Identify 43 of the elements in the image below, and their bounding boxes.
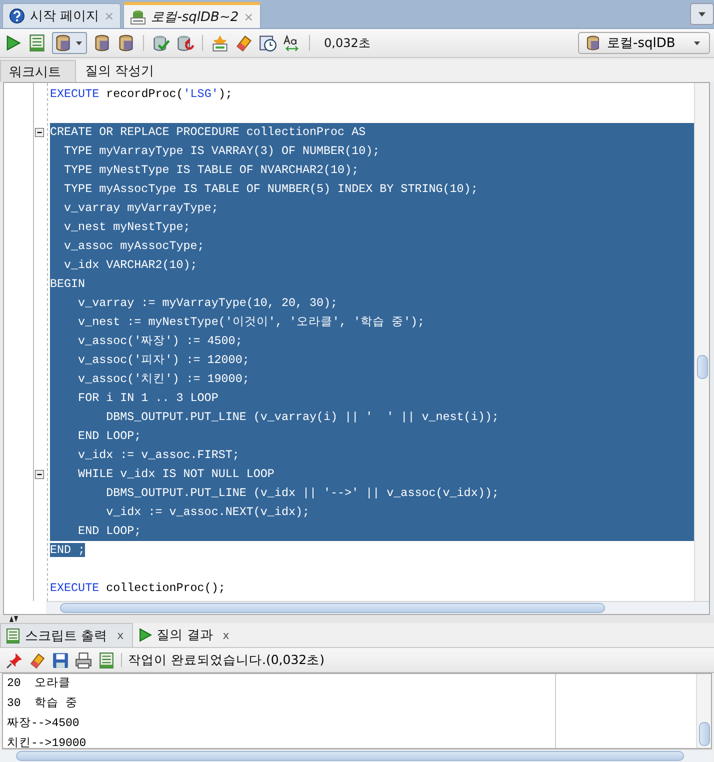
- script-icon[interactable]: [28, 34, 46, 52]
- output-line: 30 학습 중: [7, 696, 79, 712]
- eraser-icon[interactable]: [235, 34, 253, 52]
- horizontal-scrollbar[interactable]: [46, 601, 709, 614]
- eraser-icon[interactable]: [29, 652, 46, 668]
- font-icon[interactable]: [283, 34, 301, 52]
- elapsed-time: 0,032초: [324, 34, 370, 52]
- code-line: EXECUTE recordProc('LSG');: [50, 86, 234, 103]
- tab-list-button[interactable]: [690, 3, 714, 25]
- vertical-scrollbar[interactable]: [694, 83, 709, 601]
- document-tab[interactable]: 시작 페이지 ×: [2, 3, 122, 28]
- worksheet-tab[interactable]: 워크시트: [0, 60, 76, 82]
- horizontal-scrollbar[interactable]: [2, 749, 712, 762]
- collapse-icon[interactable]: [35, 128, 44, 137]
- help-icon: [9, 8, 25, 24]
- commit-icon[interactable]: [152, 34, 170, 52]
- database-icon[interactable]: [54, 34, 72, 52]
- run-icon: [136, 627, 153, 643]
- output-tab[interactable]: 스크립트 출력 x: [0, 623, 133, 647]
- print-icon[interactable]: [75, 652, 92, 668]
- code-line: EXECUTE collectionProc();: [50, 580, 226, 597]
- save-icon[interactable]: [52, 652, 69, 668]
- script-icon[interactable]: [98, 652, 115, 668]
- pin-icon[interactable]: [6, 652, 23, 668]
- output-line: 치킨-->19000: [7, 736, 88, 752]
- history-icon[interactable]: [259, 34, 277, 52]
- worksheet-tab[interactable]: 질의 작성기: [76, 60, 164, 82]
- database-icon[interactable]: [93, 34, 111, 52]
- vertical-scrollbar[interactable]: [696, 674, 711, 748]
- document-tab[interactable]: 로컬-sqlDB~2 ×: [123, 2, 261, 28]
- close-button[interactable]: x: [117, 629, 124, 642]
- rollback-icon[interactable]: [176, 34, 194, 52]
- output-line: 짜장-->4500: [7, 716, 80, 732]
- close-button[interactable]: x: [222, 628, 230, 642]
- output-line: 20 오라클: [7, 676, 72, 692]
- status-message: 작업이 완료되었습니다.(0,032초): [128, 652, 324, 668]
- collapse-icon[interactable]: [35, 470, 44, 479]
- script-icon: [5, 628, 21, 644]
- output-tab[interactable]: 질의 결과 x: [132, 623, 238, 647]
- run-icon[interactable]: [4, 34, 22, 52]
- database-icon: [585, 35, 601, 51]
- database-icon: [130, 8, 146, 24]
- connection-dropdown[interactable]: 로컬-sqlDB: [578, 32, 710, 54]
